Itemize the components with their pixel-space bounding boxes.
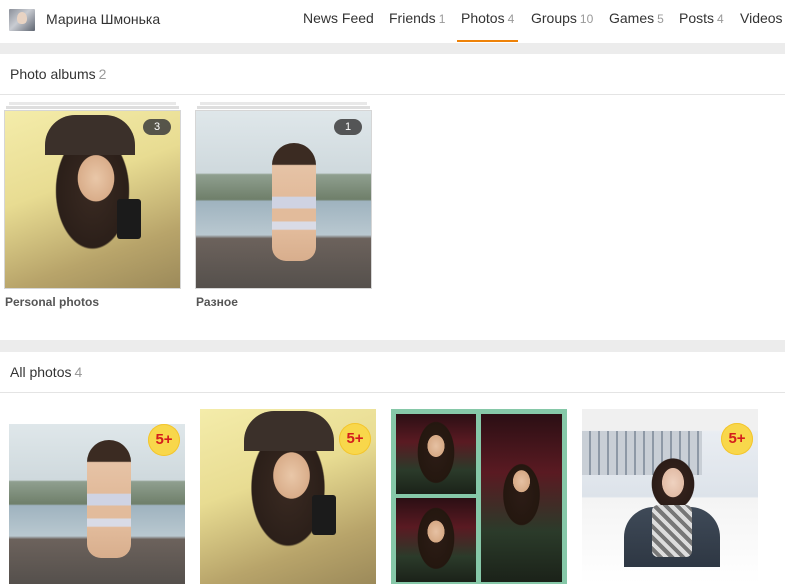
tab-photos[interactable]: Photos 4 — [461, 10, 514, 26]
album-photo-count-badge: 1 — [334, 119, 362, 135]
photos-section-title: All photos 4 — [10, 364, 82, 380]
album-photo-count-badge: 3 — [143, 119, 171, 135]
section-divider — [0, 340, 785, 352]
scarf-shape — [652, 505, 692, 557]
collage-cell — [396, 498, 476, 582]
albums-count: 2 — [98, 66, 107, 82]
tab-label: Groups — [531, 10, 577, 26]
tab-count: 10 — [579, 12, 594, 26]
figure-shape — [272, 143, 316, 261]
tab-count: 5 — [657, 12, 664, 26]
album-stack-edge — [9, 102, 176, 105]
tab-count: 4 — [717, 12, 724, 26]
age-rating-badge: 5+ — [148, 424, 180, 456]
figure-shape — [87, 440, 131, 558]
tab-games[interactable]: Games 5 — [609, 10, 664, 26]
section-divider — [0, 43, 785, 54]
photos-title-label: All photos — [10, 364, 72, 380]
age-rating-badge: 5+ — [339, 423, 371, 455]
tab-label: Posts — [679, 10, 715, 26]
tab-friends[interactable]: Friends 1 — [389, 10, 445, 26]
album-name[interactable]: Разное — [196, 295, 238, 309]
tab-label: Videos — [740, 10, 783, 26]
tab-label: Photos — [461, 10, 505, 26]
active-tab-indicator — [457, 40, 518, 42]
album-stack-edge — [197, 106, 370, 109]
collage-cell — [396, 414, 476, 494]
phone-shape — [117, 199, 141, 239]
photo-thumbnail[interactable]: 5+ — [582, 409, 758, 584]
photos-header-divider — [0, 392, 785, 393]
tab-count: 4 — [507, 12, 515, 26]
tab-label: Games — [609, 10, 655, 26]
album-stack-edge — [6, 106, 179, 109]
profile-header: Марина Шмонька News Feed Friends 1 Photos… — [0, 0, 785, 43]
tab-count: 1 — [438, 12, 446, 26]
photo-thumbnail[interactable] — [391, 409, 567, 584]
albums-section-title: Photo albums 2 — [10, 66, 106, 82]
tab-videos[interactable]: Videos — [740, 10, 783, 26]
hair-shape — [45, 115, 135, 155]
album-cover-image[interactable]: 1 — [195, 110, 372, 289]
tab-groups[interactable]: Groups 10 — [531, 10, 593, 26]
album-name[interactable]: Personal photos — [5, 295, 99, 309]
albums-title-label: Photo albums — [10, 66, 96, 82]
albums-header-divider — [0, 94, 785, 95]
photos-count: 4 — [74, 364, 83, 380]
album-cover-image[interactable]: 3 — [4, 110, 181, 289]
collage-cell — [481, 414, 562, 582]
tab-label: News Feed — [303, 10, 374, 26]
hair-shape — [244, 411, 334, 451]
user-avatar[interactable] — [9, 9, 35, 31]
photo-thumbnail[interactable]: 5+ — [9, 424, 185, 584]
tab-news-feed[interactable]: News Feed — [303, 10, 374, 26]
phone-shape — [312, 495, 336, 535]
age-rating-badge: 5+ — [721, 423, 753, 455]
tab-posts[interactable]: Posts 4 — [679, 10, 724, 26]
tab-label: Friends — [389, 10, 436, 26]
album-stack-edge — [200, 102, 367, 105]
photo-thumbnail[interactable]: 5+ — [200, 409, 376, 584]
user-name[interactable]: Марина Шмонька — [46, 11, 160, 27]
